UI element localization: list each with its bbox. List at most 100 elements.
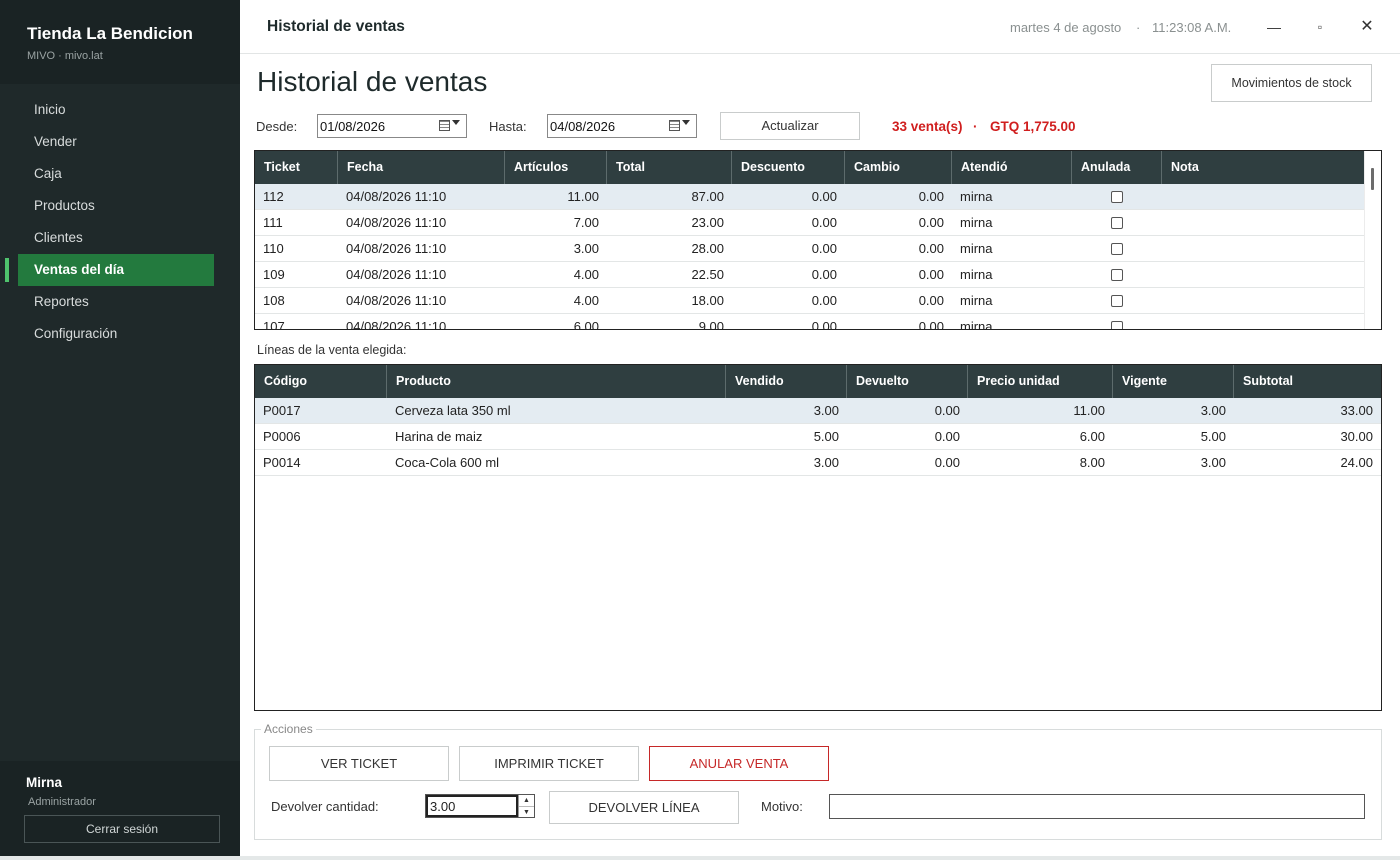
brand-subtitle: MIVO · mivo.lat: [27, 50, 103, 62]
table-row[interactable]: 107 04/08/2026 11:10 6.00 9.00 0.00 0.00 mirna: [255, 314, 1364, 330]
col-fecha[interactable]: Fecha: [338, 151, 505, 184]
void-sale-button[interactable]: ANULAR VENTA: [649, 746, 829, 781]
void-checkbox[interactable]: [1111, 191, 1123, 203]
cell-codigo: P0014: [263, 455, 301, 470]
desde-date-value: 01/08/2026: [320, 119, 386, 134]
void-checkbox[interactable]: [1111, 217, 1123, 229]
sidebar-item-productos[interactable]: Productos: [18, 190, 214, 222]
minimize-icon[interactable]: —: [1259, 12, 1289, 42]
cell-nota: [1162, 262, 1364, 288]
close-icon[interactable]: ✕: [1352, 12, 1382, 42]
col-producto[interactable]: Producto: [387, 365, 726, 398]
col-atendio[interactable]: Atendió: [952, 151, 1072, 184]
void-checkbox[interactable]: [1111, 243, 1123, 255]
sale-lines-grid[interactable]: Código Producto Vendido Devuelto Precio …: [254, 364, 1382, 711]
cell-fecha: 04/08/2026 11:10: [346, 293, 447, 308]
col-vendido[interactable]: Vendido: [726, 365, 847, 398]
cell-anulada[interactable]: [1072, 210, 1162, 236]
view-ticket-button[interactable]: VER TICKET: [269, 746, 449, 781]
table-row[interactable]: P0017 Cerveza lata 350 ml 3.00 0.00 11.00 3.0…: [255, 398, 1381, 424]
sales-grid-header: Ticket Fecha Artículos Total Descuento C…: [255, 151, 1364, 184]
sidebar-item-clientes[interactable]: Clientes: [18, 222, 214, 254]
cell-total: 87.00: [691, 189, 724, 204]
brand: Tienda La Bendicion MIVO · mivo.lat: [0, 0, 240, 84]
void-checkbox[interactable]: [1111, 321, 1123, 329]
col-anulada[interactable]: Anulada: [1072, 151, 1162, 184]
cell-ticket: 110: [263, 241, 284, 256]
void-checkbox[interactable]: [1111, 269, 1123, 281]
reason-input[interactable]: [829, 794, 1365, 819]
col-subtotal[interactable]: Subtotal: [1234, 365, 1381, 398]
table-row[interactable]: 109 04/08/2026 11:10 4.00 22.50 0.00 0.00 mirn…: [255, 262, 1364, 288]
stepper-down-icon[interactable]: ▼: [519, 806, 534, 817]
scrollbar-thumb[interactable]: [1371, 168, 1374, 190]
cell-articulos: 6.00: [573, 319, 599, 330]
col-articulos[interactable]: Artículos: [505, 151, 607, 184]
sidebar-item-inicio[interactable]: Inicio: [18, 94, 214, 126]
cell-subtotal: 33.00: [1340, 403, 1373, 418]
col-devuelto[interactable]: Devuelto: [847, 365, 968, 398]
hasta-date-picker[interactable]: 04/08/2026: [547, 114, 697, 138]
stepper-up-icon[interactable]: ▲: [519, 795, 534, 806]
sidebar-item-reportes[interactable]: Reportes: [18, 286, 214, 318]
col-descuento[interactable]: Descuento: [732, 151, 845, 184]
col-codigo[interactable]: Código: [255, 365, 387, 398]
calendar-icon[interactable]: [439, 120, 461, 133]
cell-anulada[interactable]: [1072, 314, 1162, 329]
refresh-button[interactable]: Actualizar: [720, 112, 860, 140]
app-window: Tienda La Bendicion MIVO · mivo.lat Inic…: [0, 0, 1400, 856]
cell-cambio: 0.00: [918, 215, 944, 230]
cell-anulada[interactable]: [1072, 184, 1162, 210]
cell-total: 18.00: [691, 293, 724, 308]
return-quantity-input[interactable]: 3.00: [426, 795, 518, 817]
sidebar-item-ventas-del-dia[interactable]: Ventas del día: [5, 254, 214, 286]
logout-button[interactable]: Cerrar sesión: [24, 815, 220, 843]
maximize-icon[interactable]: ▫: [1305, 12, 1335, 42]
cell-anulada[interactable]: [1072, 262, 1162, 288]
sidebar-item-configuracion[interactable]: Configuración: [18, 318, 214, 350]
void-checkbox[interactable]: [1111, 295, 1123, 307]
cell-nota: [1162, 210, 1364, 236]
table-row[interactable]: 112 04/08/2026 11:10 11.00 87.00 0.00 0.00 mir…: [255, 184, 1364, 210]
sales-grid[interactable]: Ticket Fecha Artículos Total Descuento C…: [254, 150, 1382, 330]
table-row[interactable]: 108 04/08/2026 11:10 4.00 18.00 0.00 0.00 mirn…: [255, 288, 1364, 314]
stock-movements-button[interactable]: Movimientos de stock: [1211, 64, 1372, 102]
sidebar-item-caja[interactable]: Caja: [18, 158, 214, 190]
table-row[interactable]: 110 04/08/2026 11:10 3.00 28.00 0.00 0.00 mirn…: [255, 236, 1364, 262]
hasta-date-value: 04/08/2026: [550, 119, 616, 134]
print-ticket-button[interactable]: IMPRIMIR TICKET: [459, 746, 639, 781]
cell-anulada[interactable]: [1072, 288, 1162, 314]
cell-vigente: 3.00: [1200, 455, 1226, 470]
col-ticket[interactable]: Ticket: [255, 151, 338, 184]
brand-title: Tienda La Bendicion: [27, 24, 193, 43]
sidebar: Tienda La Bendicion MIVO · mivo.lat Inic…: [0, 0, 240, 856]
table-row[interactable]: 111 04/08/2026 11:10 7.00 23.00 0.00 0.00 mirn…: [255, 210, 1364, 236]
cell-total: 22.50: [691, 267, 724, 282]
table-row[interactable]: P0014 Coca-Cola 600 ml 3.00 0.00 8.00 3.00 24.…: [255, 450, 1381, 476]
cell-articulos: 3.00: [573, 241, 599, 256]
col-precio-unidad[interactable]: Precio unidad: [968, 365, 1113, 398]
cell-fecha: 04/08/2026 11:10: [346, 241, 447, 256]
user-panel: Mirna Administrador Cerrar sesión: [0, 761, 240, 856]
col-total[interactable]: Total: [607, 151, 732, 184]
col-nota[interactable]: Nota: [1162, 151, 1364, 184]
cell-articulos: 4.00: [573, 293, 599, 308]
sidebar-nav: Inicio Vender Caja Productos Clientes Ve…: [0, 94, 240, 350]
calendar-icon[interactable]: [669, 120, 691, 133]
sidebar-item-vender[interactable]: Vender: [18, 126, 214, 158]
col-cambio[interactable]: Cambio: [845, 151, 952, 184]
cell-descuento: 0.00: [811, 293, 837, 308]
cell-precio-unidad: 8.00: [1079, 455, 1105, 470]
sale-lines-grid-header: Código Producto Vendido Devuelto Precio …: [255, 365, 1381, 398]
col-vigente[interactable]: Vigente: [1113, 365, 1234, 398]
return-line-button[interactable]: DEVOLVER LÍNEA: [549, 791, 739, 824]
sales-grid-scrollbar[interactable]: [1364, 151, 1381, 329]
return-quantity-stepper[interactable]: 3.00 ▲ ▼: [425, 794, 535, 818]
cell-nota: [1162, 314, 1364, 329]
table-row[interactable]: P0006 Harina de maiz 5.00 0.00 6.00 5.00 30.00: [255, 424, 1381, 450]
cell-articulos: 11.00: [567, 189, 599, 204]
cell-anulada[interactable]: [1072, 236, 1162, 262]
user-role: Administrador: [28, 796, 96, 808]
desde-date-picker[interactable]: 01/08/2026: [317, 114, 467, 138]
cell-descuento: 0.00: [811, 241, 837, 256]
